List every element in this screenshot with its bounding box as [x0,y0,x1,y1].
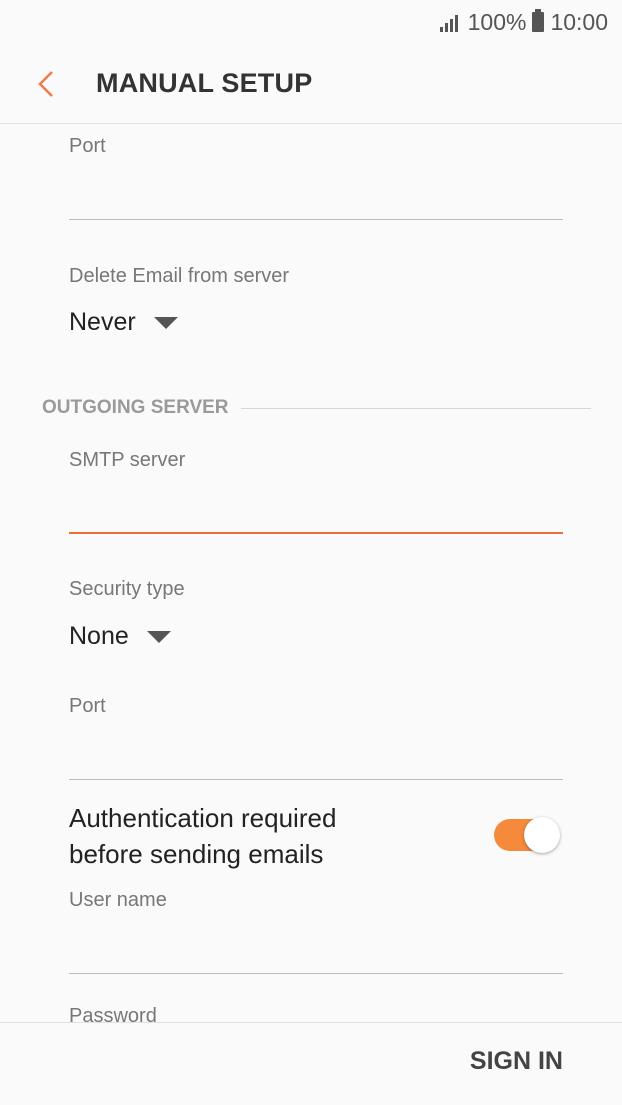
authentication-label: Authentication required before sending e… [69,800,449,872]
outgoing-port-label: Port [69,695,106,717]
user-name-field[interactable]: User name [69,889,563,975]
settings-form[interactable]: Port Delete Email from server Never OUTG… [0,125,622,1022]
smtp-server-label: SMTP server [69,449,186,471]
page-title: MANUAL SETUP [96,68,313,98]
delete-email-value: Never [69,308,136,336]
password-field[interactable]: Password [69,1005,563,1022]
clock: 10:00 [550,8,608,35]
incoming-port-field[interactable]: Port [69,135,563,220]
bottom-action-bar: SIGN IN [0,1022,622,1105]
sign-in-button[interactable]: SIGN IN [470,1047,563,1076]
back-arrow-icon [38,70,53,97]
security-type-label: Security type [69,578,185,600]
outgoing-port-input[interactable] [69,737,563,777]
dropdown-caret-icon [153,316,178,329]
outgoing-server-header: OUTGOING SERVER [42,397,591,419]
smtp-server-input[interactable] [69,491,563,531]
security-type-field: Security type [69,578,563,608]
user-name-input[interactable] [69,931,563,971]
app-bar: MANUAL SETUP [0,44,622,124]
back-button[interactable] [0,44,96,124]
user-name-underline [69,973,563,974]
authentication-label-line2: before sending emails [69,839,324,869]
signal-icon [439,12,462,32]
delete-email-label: Delete Email from server [69,265,290,287]
outgoing-port-underline [69,779,563,780]
password-label: Password [69,1005,157,1022]
incoming-port-input[interactable] [69,177,563,217]
authentication-toggle-row[interactable]: Authentication required before sending e… [69,800,563,872]
switch-thumb [524,817,560,853]
smtp-server-underline [69,532,563,534]
incoming-port-label: Port [69,135,106,157]
delete-email-field: Delete Email from server [69,265,563,295]
incoming-port-underline [69,219,563,220]
battery-icon [532,9,545,32]
authentication-label-line1: Authentication required [69,803,337,833]
security-type-value: None [69,622,129,650]
battery-percent: 100% [467,8,527,35]
section-divider [240,407,591,409]
outgoing-server-title: OUTGOING SERVER [42,397,229,418]
delete-email-dropdown[interactable]: Never [69,308,178,337]
security-type-dropdown[interactable]: None [69,622,171,651]
status-bar: 100% 10:00 [0,0,622,44]
authentication-switch[interactable] [494,817,560,853]
dropdown-caret-icon [146,630,171,643]
user-name-label: User name [69,889,167,911]
outgoing-port-field[interactable]: Port [69,695,563,781]
smtp-server-field[interactable]: SMTP server [69,449,563,535]
